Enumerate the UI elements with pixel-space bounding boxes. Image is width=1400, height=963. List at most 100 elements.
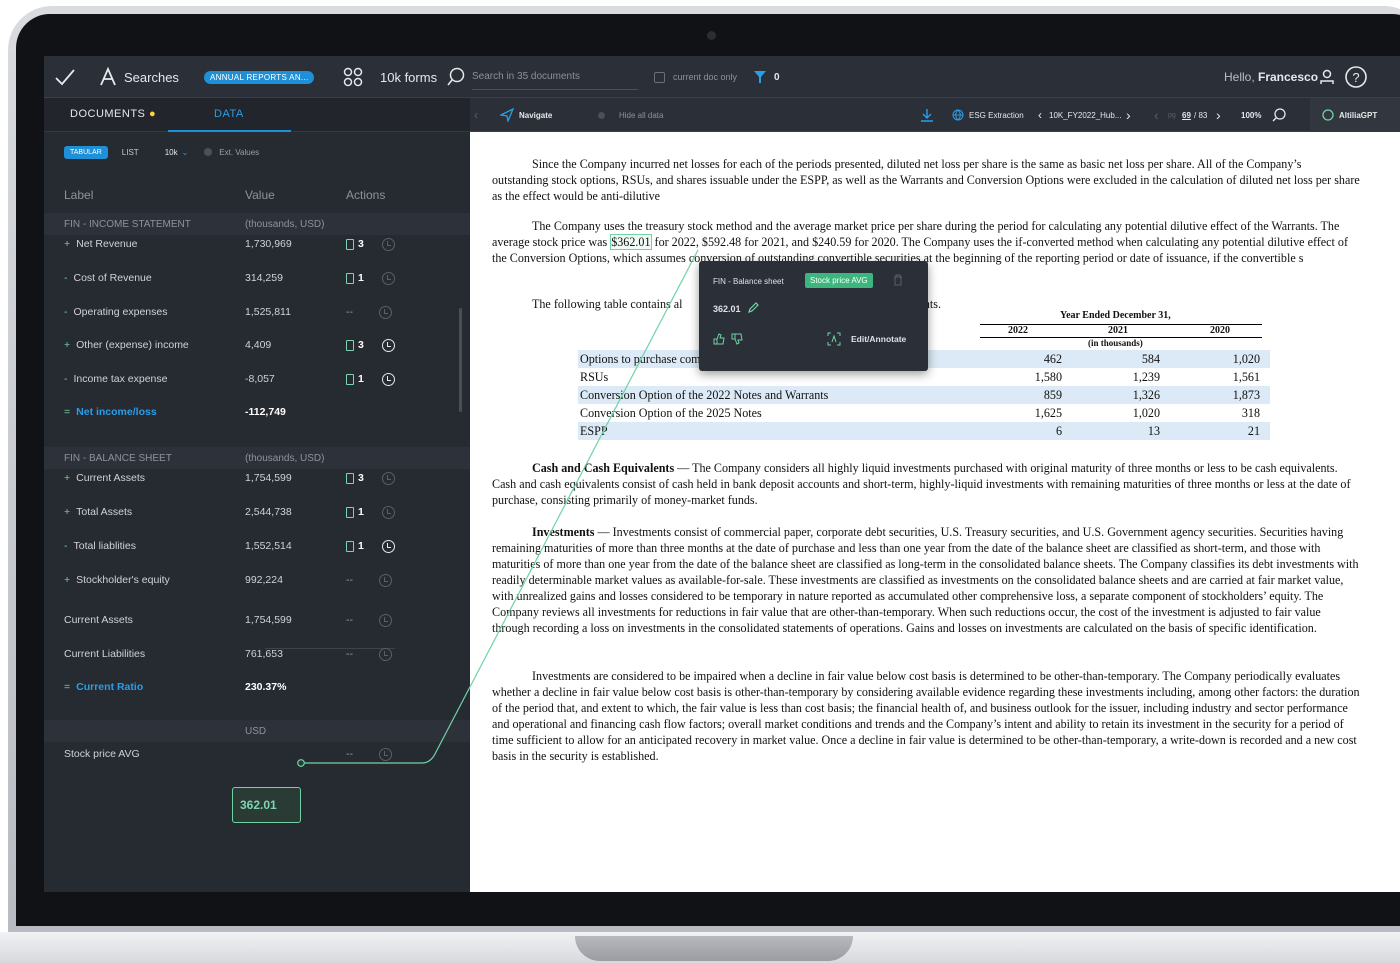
document-icon[interactable] — [346, 373, 354, 385]
table-year-header: Year Ended December 31, — [1060, 310, 1171, 321]
highlighted-value[interactable]: $362.01 — [610, 234, 652, 250]
data-row[interactable]: + Net Revenue 1,730,969 3 — [44, 227, 470, 261]
navigate-button[interactable]: Navigate — [500, 98, 552, 132]
hide-all-toggle[interactable]: Hide all data — [598, 98, 663, 132]
history-icon[interactable] — [381, 372, 395, 386]
prev-page-icon[interactable]: ‹ — [1154, 98, 1159, 132]
thumbs-up-icon[interactable] — [713, 332, 725, 350]
data-row[interactable]: + Total Assets 2,544,738 1 — [44, 495, 470, 529]
collapse-icon[interactable]: ‹ — [474, 98, 478, 132]
history-icon[interactable] — [379, 305, 392, 319]
row-label: + Other (expense) income — [64, 339, 189, 351]
row-actions: -- — [346, 613, 392, 627]
doc-set-pill[interactable]: ANNUAL REPORTS AN... — [204, 70, 315, 84]
history-icon[interactable] — [379, 613, 392, 627]
history-icon[interactable] — [381, 539, 395, 553]
trash-icon[interactable] — [893, 273, 903, 291]
tab-data[interactable]: DATA — [214, 108, 244, 120]
data-row[interactable]: - Cost of Revenue 314,259 1 — [44, 261, 470, 295]
help-icon[interactable]: ? — [1344, 56, 1368, 98]
data-row[interactable]: = Net income/loss -112,749 — [44, 395, 470, 429]
history-icon[interactable] — [381, 471, 395, 485]
filter-icon[interactable] — [753, 56, 767, 98]
download-icon[interactable] — [920, 98, 934, 132]
document-icon[interactable] — [346, 506, 354, 518]
searches-link[interactable]: Searches — [124, 56, 179, 98]
data-row[interactable]: Current Liabilities 761,653 -- — [44, 637, 470, 671]
stock-price-value-box[interactable]: 362.01 — [232, 787, 301, 823]
search-input[interactable]: Search in 35 documents — [472, 64, 638, 90]
edit-annotate-button[interactable]: Edit/Annotate — [851, 334, 906, 344]
history-icon[interactable] — [379, 747, 392, 761]
data-row[interactable]: Current Assets 1,754,599 -- — [44, 603, 470, 637]
table-cell: 1,580 — [1034, 369, 1062, 384]
empty-marker: -- — [346, 306, 353, 318]
data-row[interactable]: + Stockholder's equity 992,224 -- — [44, 563, 470, 597]
history-icon[interactable] — [381, 338, 395, 352]
document-icon[interactable] — [346, 339, 354, 351]
esg-extraction-button[interactable]: ESG Extraction — [952, 98, 1024, 132]
document-icon[interactable] — [346, 540, 354, 552]
row-value: 2,544,738 — [245, 506, 292, 518]
doc-name[interactable]: 10K_FY2022_Hub... — [1049, 98, 1122, 132]
annotate-icon[interactable] — [827, 332, 841, 351]
occurrence-count: 1 — [358, 373, 364, 385]
row-label: + Stockholder's equity — [64, 574, 170, 586]
popup-tag[interactable]: Stock price AVG — [805, 273, 873, 288]
scrollbar[interactable] — [459, 308, 462, 412]
row-actions: 3 — [346, 237, 395, 251]
form-select[interactable]: 10k — [165, 148, 178, 157]
zoom-icon[interactable] — [1272, 98, 1286, 132]
data-row[interactable]: + Other (expense) income 4,409 3 — [44, 328, 470, 362]
forms-label[interactable]: 10k forms — [380, 56, 437, 98]
view-list-button[interactable]: LIST — [122, 148, 139, 157]
data-row[interactable]: = Current Ratio 230.37% — [44, 670, 470, 704]
history-icon[interactable] — [379, 647, 392, 661]
current-doc-only-toggle[interactable]: current doc only — [654, 56, 737, 98]
row-value: 230.37% — [245, 681, 287, 693]
row-label: Current Liabilities — [64, 648, 145, 660]
assistant-button[interactable]: AltiliaGPT — [1310, 98, 1400, 132]
stage: Searches ANNUAL REPORTS AN... 10k forms … — [0, 0, 1400, 963]
table-cell: 1,020 — [1132, 405, 1160, 420]
year-2021: 2021 — [1108, 325, 1128, 336]
thumbs-down-icon[interactable] — [731, 332, 743, 350]
view-tabular-button[interactable]: TABULAR — [64, 145, 108, 159]
row-label: + Current Assets — [64, 472, 145, 484]
document-icon[interactable] — [346, 272, 354, 284]
user-icon[interactable] — [1320, 56, 1334, 98]
chevron-down-icon[interactable]: ⌄ — [182, 148, 189, 157]
tab-documents[interactable]: DOCUMENTS ● — [70, 108, 156, 120]
page-prefix: pg — [1168, 111, 1176, 119]
check-icon[interactable] — [54, 56, 76, 98]
data-row[interactable]: - Income tax expense -8,057 1 — [44, 362, 470, 396]
history-icon[interactable] — [381, 237, 395, 251]
zoom-level[interactable]: 100% — [1241, 98, 1261, 132]
pencil-icon[interactable] — [747, 301, 760, 319]
data-row[interactable]: Stock price AVG -- — [44, 737, 470, 771]
next-doc-icon[interactable]: › — [1126, 98, 1131, 132]
data-row[interactable]: - Total liablities 1,552,514 1 — [44, 529, 470, 563]
prev-doc-icon[interactable]: ‹ — [1038, 98, 1042, 132]
data-row[interactable]: + Current Assets 1,754,599 3 — [44, 461, 470, 495]
table-cell: 1,561 — [1232, 369, 1260, 384]
search-icon[interactable] — [446, 56, 466, 98]
forms-icon[interactable] — [342, 56, 364, 98]
history-icon[interactable] — [379, 573, 392, 587]
next-page-icon[interactable]: › — [1216, 98, 1221, 132]
ext-values-toggle[interactable] — [204, 148, 213, 156]
document-icon[interactable] — [346, 238, 354, 250]
app-screen: Searches ANNUAL REPORTS AN... 10k forms … — [44, 56, 1400, 892]
document-icon[interactable] — [346, 472, 354, 484]
row-label-text: Current Liabilities — [64, 648, 146, 660]
history-icon[interactable] — [381, 505, 395, 519]
row-sign: + — [64, 238, 71, 250]
checkbox[interactable] — [654, 71, 665, 83]
page-input[interactable]: 69 — [1182, 98, 1191, 132]
row-actions: -- — [346, 305, 392, 319]
data-row[interactable]: - Operating expenses 1,525,811 -- — [44, 295, 470, 329]
history-icon[interactable] — [381, 271, 395, 285]
row-actions: 3 — [346, 471, 395, 485]
col-label-header: Label — [64, 188, 94, 202]
user-name: Francesco — [1258, 70, 1319, 84]
